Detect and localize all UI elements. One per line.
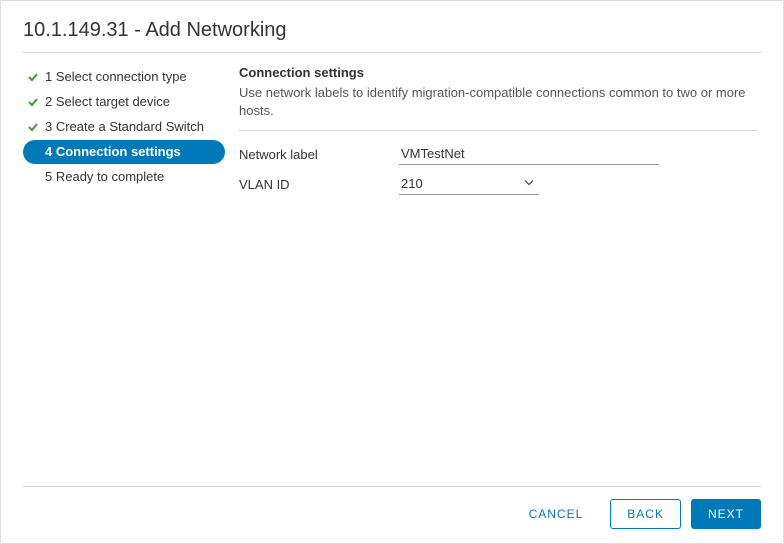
vlan-id-caption: VLAN ID	[239, 177, 399, 192]
step-label: 1 Select connection type	[41, 68, 187, 86]
wizard-steps: 1 Select connection type 2 Select target…	[23, 65, 231, 486]
vlan-id-row: VLAN ID	[239, 173, 757, 195]
vlan-id-select[interactable]	[399, 173, 539, 195]
step-label: 5 Ready to complete	[41, 168, 164, 186]
step-select-target-device[interactable]: 2 Select target device	[23, 90, 225, 114]
network-label-caption: Network label	[239, 147, 399, 162]
step-select-connection-type[interactable]: 1 Select connection type	[23, 65, 225, 89]
check-icon	[27, 96, 41, 108]
cancel-button[interactable]: CANCEL	[512, 499, 601, 529]
step-label: 2 Select target device	[41, 93, 170, 111]
dialog-title: 10.1.149.31 - Add Networking	[23, 19, 761, 53]
next-button[interactable]: NEXT	[691, 499, 761, 529]
section-description: Use network labels to identify migration…	[239, 84, 757, 120]
step-create-standard-switch[interactable]: 3 Create a Standard Switch	[23, 115, 225, 139]
back-button[interactable]: BACK	[610, 499, 681, 529]
section-title: Connection settings	[239, 65, 757, 80]
dialog-footer: CANCEL BACK NEXT	[23, 486, 761, 529]
network-label-input[interactable]	[399, 143, 659, 165]
network-label-row: Network label	[239, 143, 757, 165]
step-ready-to-complete: 5 Ready to complete	[23, 165, 225, 189]
divider	[239, 130, 757, 131]
step-label: 3 Create a Standard Switch	[41, 118, 204, 136]
check-icon	[27, 71, 41, 83]
step-label: 4 Connection settings	[41, 143, 181, 161]
check-icon	[27, 121, 41, 133]
main-panel: Connection settings Use network labels t…	[231, 65, 761, 486]
step-connection-settings[interactable]: 4 Connection settings	[23, 140, 225, 164]
